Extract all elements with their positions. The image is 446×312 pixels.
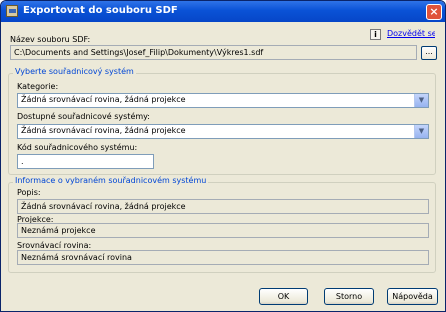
cancel-button[interactable]: Storno [324, 288, 374, 305]
description-label: Popis: [17, 188, 41, 197]
file-path-field[interactable]: C:\Documents and Settings\Josef_Filip\Do… [10, 45, 417, 60]
system-info-legend: Informace o vybraném souřadnicovém systé… [13, 176, 209, 185]
export-sdf-dialog: Exportovat do souboru SDF × Název soubor… [0, 0, 446, 312]
file-name-label: Název souboru SDF: [10, 35, 91, 44]
help-button[interactable]: Nápověda [387, 288, 438, 305]
coordinate-system-legend: Vyberte souřadnicový systém [13, 67, 136, 76]
datum-field: Neznámá srovnávací rovina [17, 250, 429, 265]
window-title: Exportovat do souboru SDF [23, 5, 178, 16]
system-code-input[interactable]: . [17, 154, 154, 169]
help-link[interactable]: Dozvědět se více [387, 29, 435, 40]
category-label: Kategorie: [17, 82, 59, 91]
category-dropdown[interactable]: Žádná srovnávací rovina, žádná projekce … [17, 93, 429, 108]
app-icon [6, 5, 18, 17]
info-icon[interactable]: i [370, 29, 381, 40]
title-bar[interactable]: Exportovat do souboru SDF × [1, 1, 445, 22]
available-systems-dropdown[interactable]: Žádná srovnávací rovina, žádná projekce … [17, 124, 429, 139]
category-value: Žádná srovnávací rovina, žádná projekce [21, 95, 186, 104]
datum-label: Srovnávací rovina: [17, 241, 92, 250]
chevron-down-icon[interactable]: ▼ [414, 125, 428, 138]
available-systems-value: Žádná srovnávací rovina, žádná projekce [21, 126, 186, 135]
projection-field: Neznámá projekce [17, 223, 429, 238]
ok-button[interactable]: OK [259, 288, 308, 305]
available-systems-label: Dostupné souřadnicové systémy: [17, 112, 150, 121]
system-code-label: Kód souřadnicového systému: [17, 143, 138, 152]
close-button[interactable]: × [426, 4, 442, 20]
chevron-down-icon[interactable]: ▼ [414, 94, 428, 107]
description-field: Žádná srovnávací rovina, žádná projekce [17, 199, 429, 214]
browse-button[interactable]: ... [421, 46, 437, 60]
